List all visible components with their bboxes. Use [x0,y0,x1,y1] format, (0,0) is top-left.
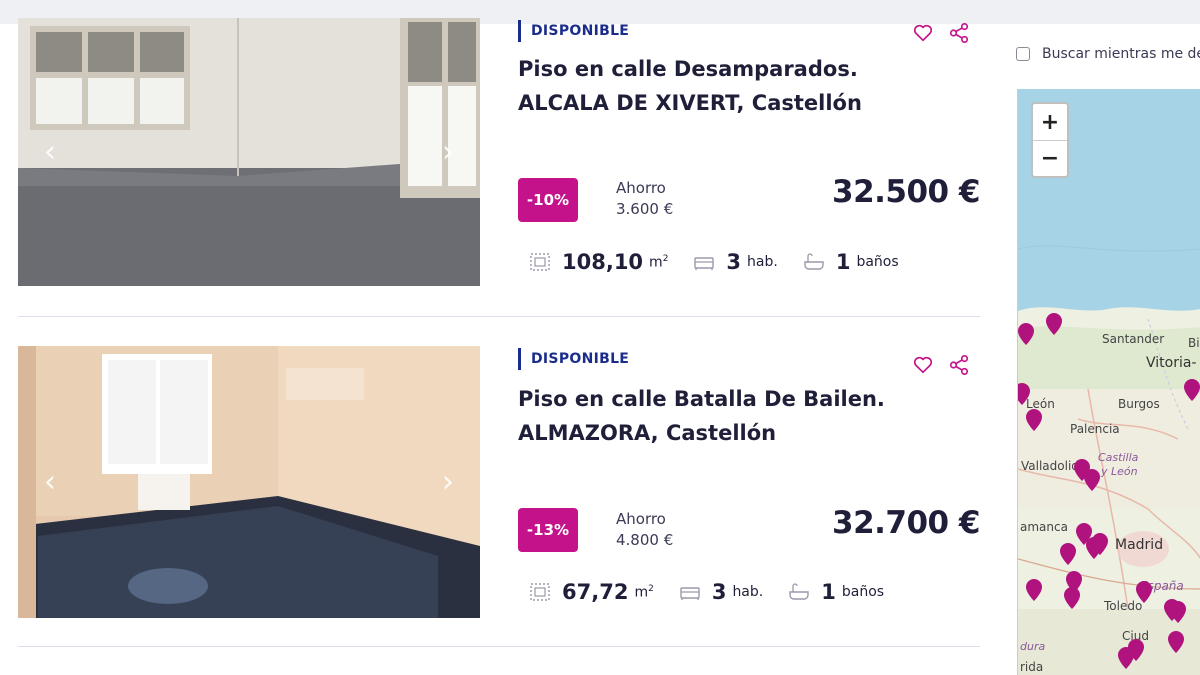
listing-divider [18,316,980,317]
discount-badge: -13% [518,508,578,552]
map[interactable]: + − Santander Vitoria- Bi León Burgos Pa… [1017,89,1200,675]
baths-value: 1 [835,250,851,274]
area-unit: m2 [649,253,669,271]
area-unit: m2 [634,583,654,601]
area-icon [530,253,550,271]
baths-unit: baños [841,584,885,600]
listing-photo[interactable]: ‹ › [18,346,480,618]
search-while-moving-label[interactable]: Buscar mientras me de [1042,46,1200,62]
room-photo-1 [18,18,480,286]
share-icon[interactable] [948,354,970,376]
status-badge: DISPONIBLE [518,348,629,370]
area-value: 67,72 [562,580,629,604]
area-feature: 108,10 m2 [528,250,668,274]
saving-block: Ahorro 4.800 € [616,509,673,551]
price: 32.700 € [832,505,981,541]
listing-title-street[interactable]: Piso en calle Desamparados. [518,52,918,86]
bath-icon [804,253,824,270]
chevron-left-icon[interactable]: ‹ [44,135,56,170]
discount-badge: -10% [518,178,578,222]
map-pin-icon [1046,313,1062,335]
search-while-moving-option[interactable]: Buscar mientras me de [1016,46,1200,62]
search-while-moving-checkbox[interactable] [1016,47,1030,61]
status-bar [518,348,521,370]
area-value: 108,10 [562,250,644,274]
rooms-value: 3 [711,580,727,604]
map-pin-icon [1064,587,1080,609]
rooms-feature: 3 hab. [678,580,763,604]
rooms-unit: hab. [747,254,778,270]
map-pin-icon [1018,383,1030,405]
heart-icon[interactable] [912,354,934,376]
saving-label: Ahorro [616,510,666,528]
map-pin-icon [1084,469,1100,491]
listing-info: DISPONIBLE Piso en calle Desamparados. A… [518,20,981,314]
map-pin-icon [1136,581,1152,603]
saving-value: 3.600 € [616,200,674,218]
room-photo-2 [18,346,480,618]
map-pin-icon [1118,647,1134,669]
share-icon[interactable] [948,22,970,44]
listing-title-town[interactable]: ALCALA DE XIVERT, Castellón [518,86,918,120]
price: 32.500 € [832,174,981,210]
listing-card[interactable]: ‹ › DISPONIBLE Piso en calle Desamparado… [18,18,981,324]
bed-icon [680,587,700,600]
listing-card[interactable]: ‹ › DISPONIBLE Piso en calle Batalla De … [18,346,981,646]
chevron-right-icon[interactable]: › [442,135,454,170]
listing-info: DISPONIBLE Piso en calle Batalla De Bail… [518,346,981,636]
saving-value: 4.800 € [616,531,674,549]
saving-block: Ahorro 3.600 € [616,178,673,220]
map-pin-icon [1184,379,1200,401]
listing-title-town[interactable]: ALMAZORA, Castellón [518,416,918,450]
features-row: 108,10 m2 3 hab. 1 baños [528,250,923,274]
listing-divider [18,646,980,647]
status-bar [518,20,521,42]
rooms-value: 3 [726,250,742,274]
area-feature: 67,72 m2 [528,580,654,604]
listing-actions [912,354,970,376]
chevron-left-icon[interactable]: ‹ [44,465,56,500]
map-pin-icon [1026,579,1042,601]
status-text: DISPONIBLE [531,351,630,367]
listing-photo[interactable]: ‹ › [18,18,480,286]
listing-title-street[interactable]: Piso en calle Batalla De Bailen. [518,382,918,416]
area-icon [530,583,550,601]
rooms-unit: hab. [732,584,764,600]
map-pin-icon [1018,323,1034,345]
baths-feature: 1 baños [787,580,884,604]
bath-icon [789,583,809,600]
map-pin-icon [1060,543,1076,565]
status-badge: DISPONIBLE [518,20,629,42]
baths-feature: 1 baños [802,250,899,274]
map-pin-icon [1026,409,1042,431]
listing-title[interactable]: Piso en calle Desamparados. ALCALA DE XI… [518,52,918,120]
map-pins [1018,313,1200,669]
listing-actions [912,22,970,44]
features-row: 67,72 m2 3 hab. 1 baños [528,580,908,604]
map-pin-icon [1168,631,1184,653]
saving-label: Ahorro [616,179,666,197]
heart-icon[interactable] [912,22,934,44]
bed-icon [694,257,715,270]
chevron-right-icon[interactable]: › [442,465,454,500]
baths-unit: baños [856,254,899,270]
rooms-feature: 3 hab. [692,250,778,274]
status-text: DISPONIBLE [531,23,630,39]
listing-title[interactable]: Piso en calle Batalla De Bailen. ALMAZOR… [518,382,918,450]
baths-value: 1 [821,580,836,604]
